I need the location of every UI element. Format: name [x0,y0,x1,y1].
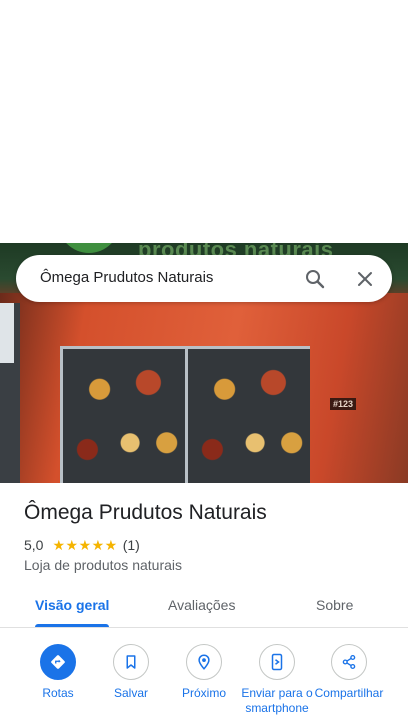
search-input[interactable]: Ômega Prudutos Naturais [40,269,213,286]
share-label: Compartilhar [314,686,384,700]
tab-about[interactable]: Sobre [316,597,353,613]
rating-row[interactable]: 5,0 ★★★★★ (1) [24,536,140,554]
review-count: (1) [122,537,140,553]
nearby-button[interactable]: Próximo [167,644,241,726]
search-bar[interactable]: Ômega Prudutos Naturais [16,255,392,302]
shop-window [60,346,310,483]
search-icon[interactable] [303,267,327,291]
nearby-label: Próximo [181,686,226,700]
tab-reviews[interactable]: Avaliações [168,597,235,613]
directions-label: Rotas [42,686,74,700]
save-button[interactable]: Salvar [94,644,168,726]
save-label: Salvar [113,686,148,700]
send-to-phone-button[interactable]: Enviar para o smartphone [240,644,314,726]
window-pane-left [63,349,185,483]
star-rating: ★★★★★ [52,536,118,553]
action-buttons: Rotas Salvar Próximo Enviar para o smart… [0,644,408,726]
share-button[interactable]: Compartilhar [312,644,386,726]
directions-button[interactable]: Rotas [21,644,95,726]
address-plate: #123 [330,398,356,410]
place-category[interactable]: Loja de produtos naturais [24,557,182,573]
tab-overview[interactable]: Visão geral [35,597,109,613]
nearby-icon[interactable] [186,644,222,680]
place-tabs: Visão geral Avaliações Sobre [0,588,408,628]
send-to-phone-icon[interactable] [259,644,295,680]
active-tab-indicator [35,624,109,627]
place-title: Ômega Prudutos Naturais [24,501,267,524]
close-icon[interactable] [353,267,377,291]
rating-value: 5,0 [24,537,44,553]
map-blank-area [0,0,408,243]
share-icon[interactable] [331,644,367,680]
bookmark-icon[interactable] [113,644,149,680]
window-pane-right [188,349,310,483]
wall-edge-light [0,303,14,363]
send-to-phone-label: Enviar para o smartphone [241,686,313,715]
directions-icon[interactable] [40,644,76,680]
